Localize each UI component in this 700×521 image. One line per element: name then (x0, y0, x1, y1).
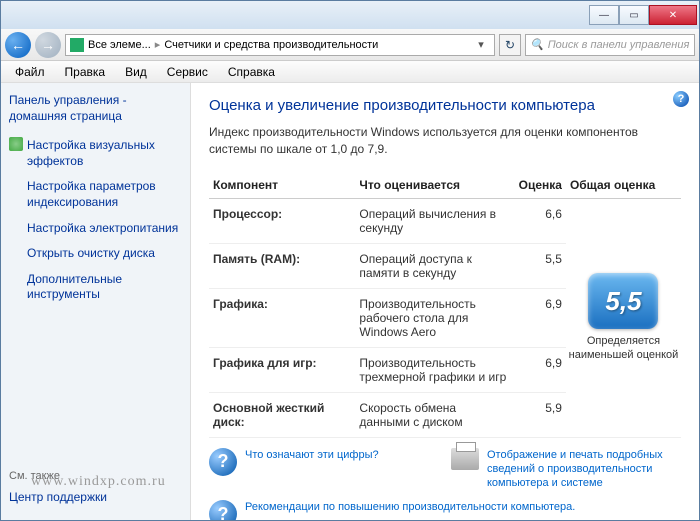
sidebar-item-advanced-tools[interactable]: Дополнительные инструменты (9, 268, 182, 307)
help-links: ? Рекомендации по повышению производител… (209, 500, 681, 520)
link-block: Отображение и печать подробных сведений … (451, 448, 681, 491)
breadcrumb-item[interactable]: Все элеме... (88, 39, 151, 51)
cell-score: 6,9 (512, 347, 566, 392)
cell-what: Скорость обмена данными с диском (355, 392, 512, 437)
forward-button[interactable]: → (35, 32, 61, 58)
window: — ▭ ✕ ← → Все элеме... ▸ Счетчики и сред… (0, 0, 700, 521)
search-placeholder: Поиск в панели управления (548, 39, 690, 51)
cell-what: Производительность трехмерной графики и … (355, 347, 512, 392)
cell-score: 6,6 (512, 198, 566, 243)
sidebar-home-link[interactable]: Панель управления - домашняя страница (9, 93, 182, 124)
titlebar-buttons: — ▭ ✕ (589, 5, 697, 25)
page-description: Индекс производительности Windows исполь… (209, 124, 681, 158)
sidebar-bottom: См. также Центр поддержки (9, 470, 182, 510)
search-icon: 🔍 (530, 38, 544, 51)
menu-help[interactable]: Справка (220, 63, 283, 81)
see-also-label: См. также (9, 470, 182, 482)
sidebar-item-support-center[interactable]: Центр поддержки (9, 486, 182, 510)
printer-icon (451, 448, 479, 470)
control-panel-icon (70, 38, 84, 52)
refresh-button[interactable]: ↻ (499, 34, 521, 56)
cell-component: Графика: (209, 288, 355, 347)
minimize-button[interactable]: — (589, 5, 619, 25)
table-row: Процессор: Операций вычисления в секунду… (209, 198, 681, 243)
address-bar[interactable]: Все элеме... ▸ Счетчики и средства произ… (65, 34, 495, 56)
link-recommendations[interactable]: Рекомендации по повышению производительн… (245, 500, 575, 514)
page-title: Оценка и увеличение производительности к… (209, 97, 681, 114)
help-icon[interactable]: ? (673, 91, 689, 107)
cell-score: 5,5 (512, 243, 566, 288)
cell-component: Память (RAM): (209, 243, 355, 288)
cell-what: Операций вычисления в секунду (355, 198, 512, 243)
base-score-cell: 5,5 Определяется наименьшей оценкой (566, 198, 681, 437)
cell-component: Основной жесткий диск: (209, 392, 355, 437)
content: Панель управления - домашняя страница На… (1, 83, 699, 520)
chevron-right-icon: ▸ (155, 38, 161, 51)
menu-view[interactable]: Вид (117, 63, 155, 81)
main-pane: ? Оценка и увеличение производительности… (191, 83, 699, 520)
link-block: ? Что означают эти цифры? (209, 448, 439, 476)
navbar: ← → Все элеме... ▸ Счетчики и средства п… (1, 29, 699, 61)
maximize-button[interactable]: ▭ (619, 5, 649, 25)
cell-score: 6,9 (512, 288, 566, 347)
chevron-down-icon[interactable]: ▾ (472, 38, 490, 51)
help-links: ? Что означают эти цифры? Отображение и … (209, 448, 681, 491)
question-icon: ? (209, 500, 237, 520)
question-icon: ? (209, 448, 237, 476)
menu-tools[interactable]: Сервис (159, 63, 216, 81)
cell-score: 5,9 (512, 392, 566, 437)
score-table: Компонент Что оценивается Оценка Общая о… (209, 172, 681, 438)
sidebar: Панель управления - домашняя страница На… (1, 83, 191, 520)
sidebar-item-power[interactable]: Настройка электропитания (9, 217, 182, 241)
back-button[interactable]: ← (5, 32, 31, 58)
sidebar-item-visual-effects[interactable]: Настройка визуальных эффектов (9, 134, 182, 173)
sidebar-item-indexing[interactable]: Настройка параметров индексирования (9, 175, 182, 214)
col-component: Компонент (209, 172, 355, 199)
search-input[interactable]: 🔍 Поиск в панели управления (525, 34, 695, 56)
col-base: Общая оценка (566, 172, 681, 199)
link-print-details[interactable]: Отображение и печать подробных сведений … (487, 448, 681, 491)
cell-what: Производительность рабочего стола для Wi… (355, 288, 512, 347)
col-score: Оценка (512, 172, 566, 199)
cell-what: Операций доступа к памяти в секунду (355, 243, 512, 288)
menu-file[interactable]: Файл (7, 63, 53, 81)
breadcrumb-item[interactable]: Счетчики и средства производительности (164, 39, 378, 51)
menubar: Файл Правка Вид Сервис Справка (1, 61, 699, 83)
link-what-numbers[interactable]: Что означают эти цифры? (245, 448, 379, 462)
menu-edit[interactable]: Правка (57, 63, 114, 81)
titlebar: — ▭ ✕ (1, 1, 699, 29)
close-button[interactable]: ✕ (649, 5, 697, 25)
cell-component: Процессор: (209, 198, 355, 243)
sidebar-item-disk-cleanup[interactable]: Открыть очистку диска (9, 242, 182, 266)
cell-component: Графика для игр: (209, 347, 355, 392)
base-score-caption: Определяется наименьшей оценкой (568, 335, 679, 361)
col-what: Что оценивается (355, 172, 512, 199)
base-score-badge: 5,5 (588, 273, 658, 329)
link-block: ? Рекомендации по повышению производител… (209, 500, 681, 520)
